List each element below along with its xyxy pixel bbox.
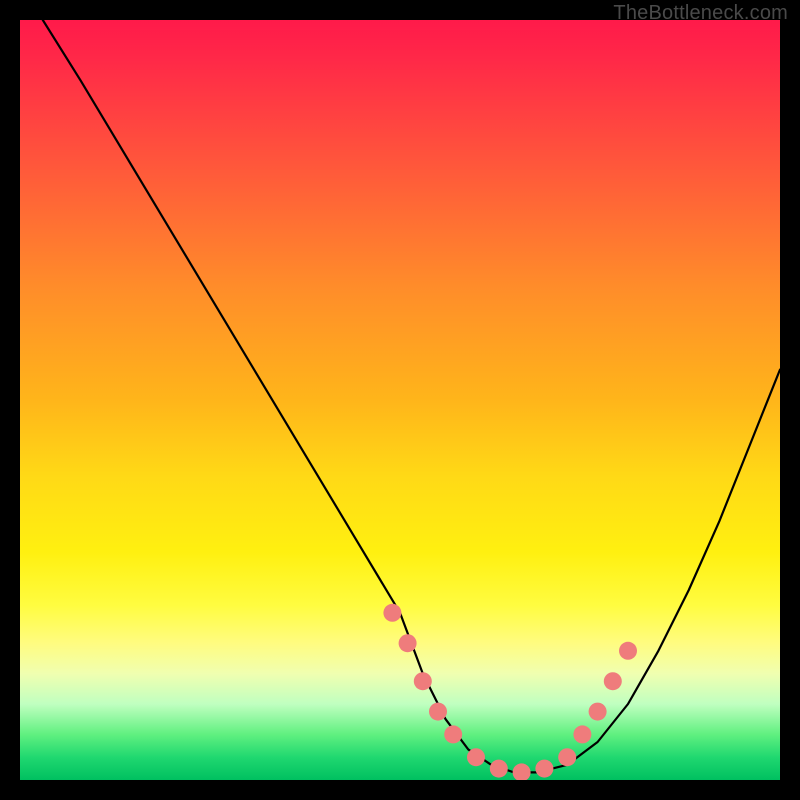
marker-dot xyxy=(467,748,485,766)
marker-dot xyxy=(490,760,508,778)
marker-dot xyxy=(399,634,417,652)
marker-dot xyxy=(429,703,447,721)
plot-area xyxy=(20,20,780,780)
marker-dot xyxy=(558,748,576,766)
watermark-text: TheBottleneck.com xyxy=(613,2,788,25)
chart-svg xyxy=(20,20,780,780)
curve-line xyxy=(43,20,780,772)
marker-dot xyxy=(573,725,591,743)
marker-dot xyxy=(604,672,622,690)
marker-dot xyxy=(535,760,553,778)
marker-dot xyxy=(414,672,432,690)
marker-dot xyxy=(513,763,531,780)
marker-dot xyxy=(619,642,637,660)
marker-dot xyxy=(383,604,401,622)
marker-dot xyxy=(444,725,462,743)
marker-dot xyxy=(589,703,607,721)
marker-group xyxy=(383,604,637,780)
chart-container: TheBottleneck.com xyxy=(0,0,800,800)
